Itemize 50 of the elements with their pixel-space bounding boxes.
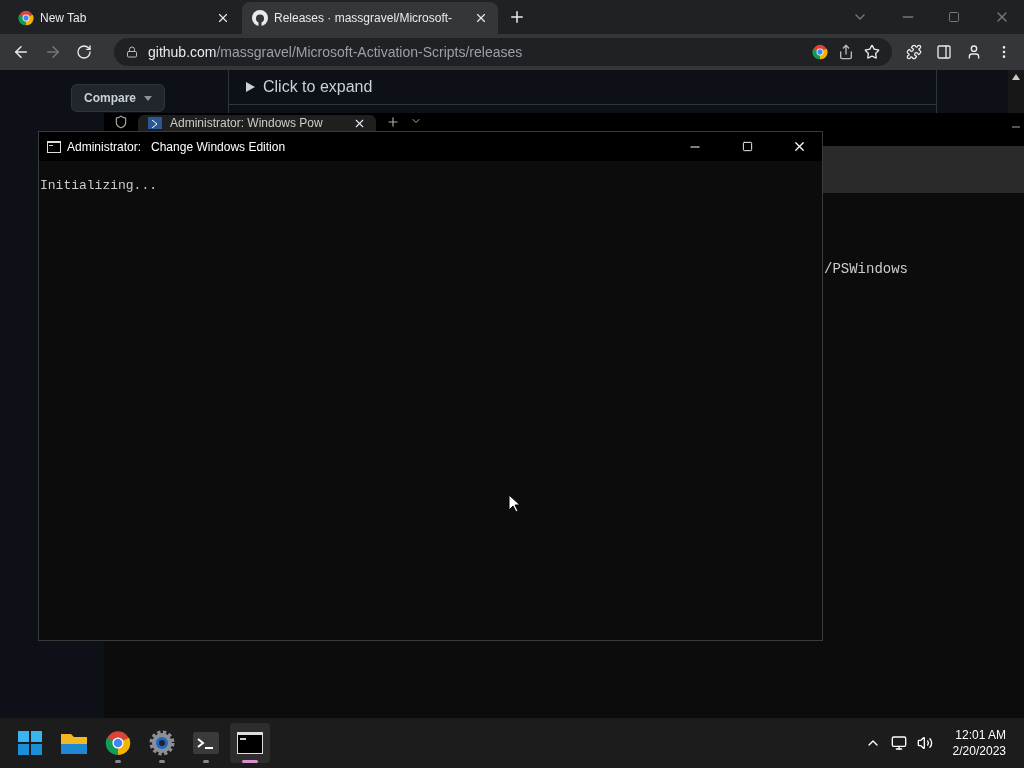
maximize-icon[interactable] — [741, 141, 753, 152]
clock[interactable]: 12:01 AM 2/20/2023 — [952, 728, 1006, 758]
terminal-tab-title: Administrator: Windows Pow — [170, 116, 324, 130]
running-indicator — [159, 760, 165, 763]
new-tab-icon[interactable] — [508, 8, 526, 26]
close-icon[interactable] — [474, 11, 488, 25]
browser-tab[interactable]: New Tab — [8, 2, 240, 34]
new-tab-icon[interactable] — [386, 115, 400, 129]
running-indicator — [203, 760, 209, 763]
taskbar-button[interactable] — [230, 723, 270, 763]
close-icon[interactable] — [216, 11, 230, 25]
back-icon[interactable] — [12, 43, 30, 61]
side-panel-icon[interactable] — [936, 44, 952, 60]
running-indicator — [115, 760, 121, 763]
address-bar[interactable]: github.com/massgravel/Microsoft-Activation-Scripts/releases — [114, 38, 892, 66]
profile-icon[interactable] — [966, 44, 982, 60]
lock-icon — [126, 46, 138, 58]
shield-icon — [114, 115, 128, 129]
speaker-icon[interactable] — [916, 735, 933, 751]
triangle-icon[interactable] — [245, 82, 255, 92]
compare-button[interactable]: Compare — [71, 84, 165, 112]
caret-icon — [144, 95, 152, 101]
chrome-icon — [18, 10, 34, 26]
url-text: github.com/massgravel/Microsoft-Activation-Scripts/releases — [148, 44, 524, 60]
window-title: Change Windows Edition — [151, 139, 287, 154]
gear-icon[interactable] — [149, 730, 175, 756]
mouse-cursor-icon — [508, 494, 520, 513]
expand-link[interactable]: Click to expand — [263, 78, 373, 96]
reload-icon[interactable] — [76, 44, 92, 60]
terminal-tab[interactable]: Administrator: Windows Pow — [138, 115, 376, 131]
window-title-prefix: Administrator: — [67, 139, 142, 154]
command-prompt-icon — [47, 140, 61, 153]
star-icon[interactable] — [864, 44, 880, 60]
powershell-icon — [148, 117, 162, 129]
scrollbar[interactable] — [1008, 70, 1024, 113]
restore-icon[interactable] — [948, 11, 960, 23]
share-icon[interactable] — [838, 44, 854, 60]
console-output: Initializing... — [40, 178, 158, 193]
puzzle-icon[interactable] — [906, 44, 922, 60]
browser-tab[interactable]: Releases · massgravel/Microsoft- — [242, 2, 498, 34]
running-indicator — [242, 760, 258, 763]
network-icon[interactable] — [890, 735, 907, 751]
scroll-up-icon[interactable] — [1012, 74, 1020, 80]
chrome-icon[interactable] — [105, 730, 131, 756]
forward-icon[interactable] — [44, 43, 62, 61]
command-prompt-icon[interactable] — [237, 732, 263, 754]
terminal-output: /PSWindows — [824, 261, 908, 277]
terminal-icon[interactable] — [193, 732, 219, 754]
windows-logo-icon[interactable] — [18, 731, 42, 755]
folder-icon[interactable] — [61, 732, 87, 754]
